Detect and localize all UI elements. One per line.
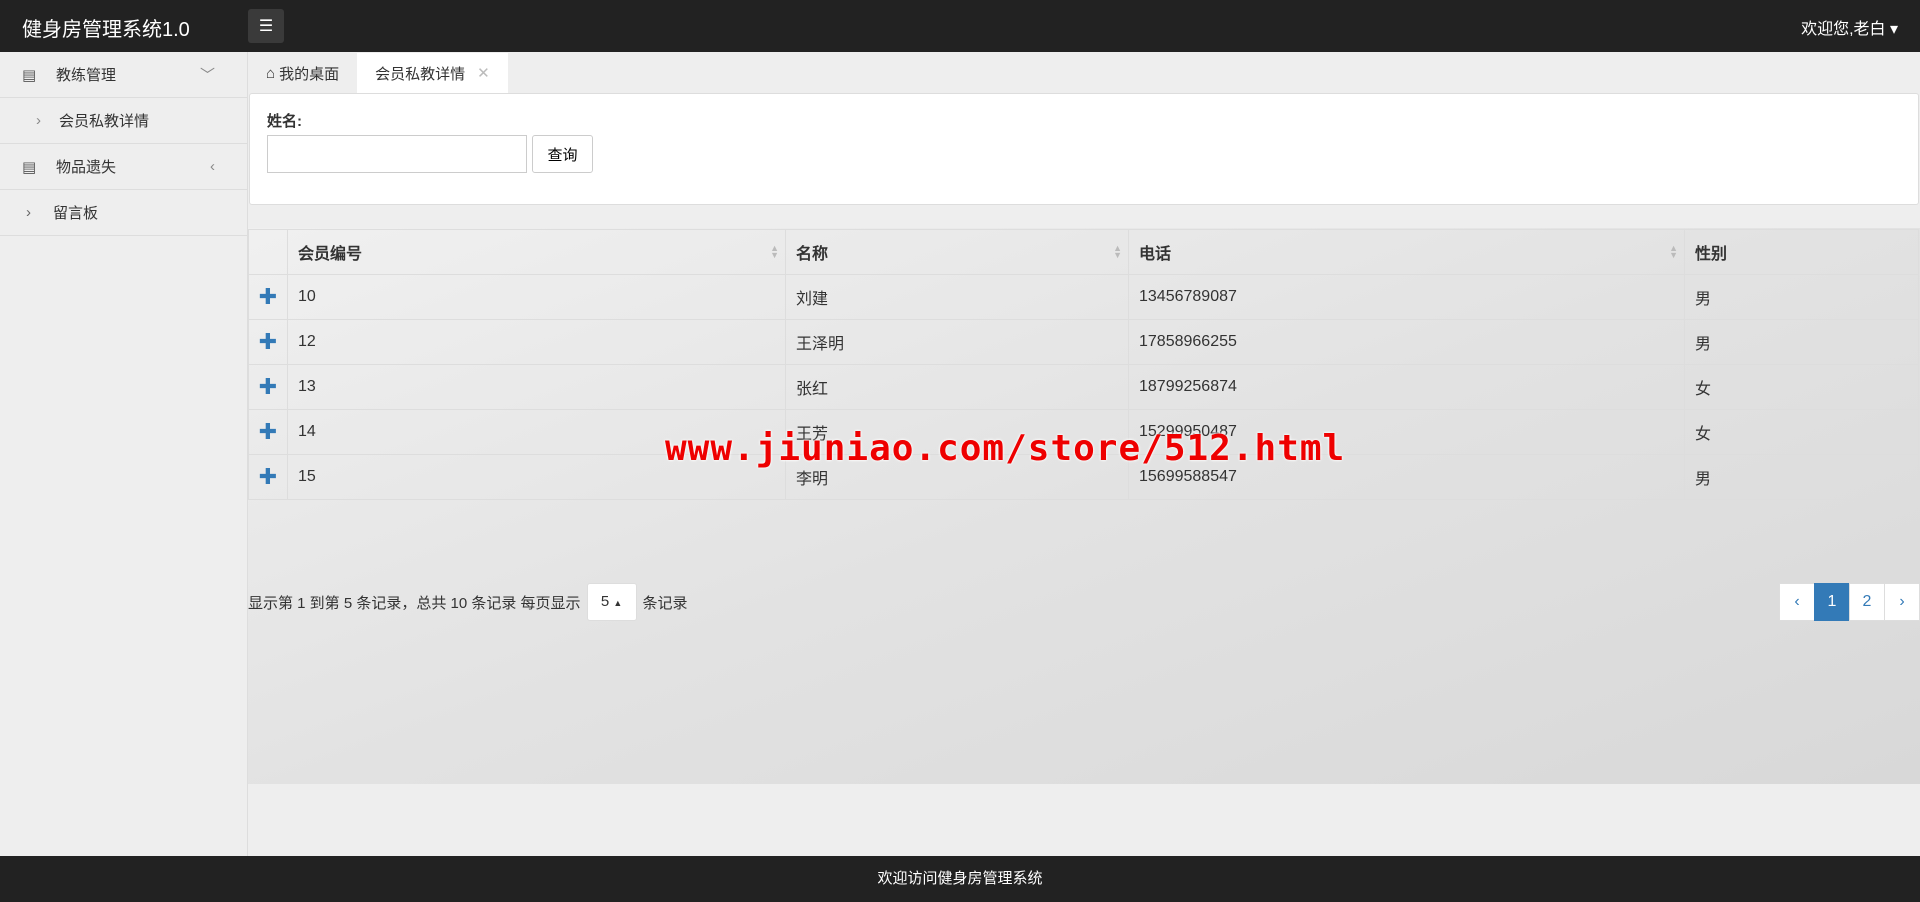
expand-row-icon[interactable]: ✚ — [248, 409, 288, 455]
document-icon: ▤ — [22, 66, 37, 84]
table-cell: 10 — [287, 274, 786, 320]
column-label: 电话 — [1139, 246, 1172, 263]
sidebar-subitem-member-coach[interactable]: › 会员私教详情 — [0, 98, 247, 144]
table-cell: 张红 — [785, 364, 1129, 410]
search-panel: 姓名: 查询 — [249, 93, 1919, 205]
sidebar: ▤ 教练管理 ﹀ › 会员私教详情 ▤ 物品遗失 ‹ › 留言板 — [0, 52, 248, 856]
expand-column — [248, 229, 288, 275]
caret-down-icon: ▾ — [1889, 21, 1898, 38]
sidebar-item-label: 教练管理 — [56, 67, 117, 84]
pagination: ‹ 1 2 › — [1779, 583, 1920, 621]
chevron-right-icon: › — [26, 204, 31, 221]
tab-member-coach[interactable]: 会员私教详情 ✕ — [357, 53, 508, 93]
pagination-suffix: 条记录 — [642, 594, 688, 612]
table-cell: 男 — [1684, 274, 1919, 320]
pagination-text: 显示第 1 到第 5 条记录，总共 10 条记录 每页显示 — [248, 594, 581, 612]
sort-icon: ▲ ▼ — [1669, 243, 1678, 260]
table-row: ✚ 13 张红 18799256874 女 — [248, 364, 1919, 410]
name-search-input[interactable] — [267, 135, 527, 173]
user-menu[interactable]: 欢迎您,老白 ▾ — [1801, 15, 1898, 39]
home-icon: ⌂ — [266, 64, 276, 82]
expand-row-icon[interactable]: ✚ — [248, 319, 288, 365]
query-button[interactable]: 查询 — [532, 135, 593, 173]
table-cell: 刘建 — [785, 274, 1129, 320]
table-header: 会员编号 ▲ ▼ 名称 ▲ ▼ 电话 ▲ ▼ 性别 — [248, 229, 1919, 275]
menu-toggle-button[interactable]: ☰ — [248, 9, 284, 43]
column-label: 名称 — [796, 246, 829, 263]
caret-up-icon: ▲ — [613, 598, 623, 608]
sort-icon: ▲ ▼ — [770, 243, 779, 260]
column-header-name[interactable]: 名称 ▲ ▼ — [785, 229, 1129, 275]
document-icon: ▤ — [22, 158, 37, 176]
table-cell: 王泽明 — [785, 319, 1129, 365]
table-cell: 12 — [287, 319, 786, 365]
tab-label: 我的桌面 — [279, 65, 340, 83]
table-cell: 18799256874 — [1128, 364, 1685, 410]
column-label: 性别 — [1695, 246, 1728, 263]
chevron-right-icon: › — [36, 112, 41, 129]
column-header-gender[interactable]: 性别 — [1684, 229, 1919, 275]
sidebar-item-label: 留言板 — [53, 205, 99, 222]
sidebar-item-lost-items[interactable]: ▤ 物品遗失 ‹ — [0, 144, 247, 190]
prev-page-button[interactable]: ‹ — [1779, 583, 1815, 621]
table-cell: 女 — [1684, 364, 1919, 410]
top-navbar: 健身房管理系统1.0 ☰ 欢迎您,老白 ▾ — [0, 0, 1920, 52]
chevron-down-icon: ﹀ — [199, 67, 215, 84]
column-label: 会员编号 — [298, 246, 363, 263]
table-row: ✚ 10 刘建 13456789087 男 — [248, 274, 1919, 320]
column-header-phone[interactable]: 电话 ▲ ▼ — [1128, 229, 1685, 275]
hamburger-icon: ☰ — [258, 18, 274, 35]
footer: 欢迎访问健身房管理系统 — [0, 856, 1920, 902]
table-cell: 男 — [1684, 319, 1919, 365]
expand-row-icon[interactable]: ✚ — [248, 454, 288, 500]
page-1-button[interactable]: 1 — [1814, 583, 1850, 621]
tab-desktop[interactable]: ⌂ 我的桌面 — [248, 53, 357, 93]
app-title: 健身房管理系统1.0 — [22, 19, 190, 41]
page-size-value: 5 — [600, 593, 610, 610]
watermark: www.jiuniao.com/store/512.html — [665, 428, 1346, 469]
sort-icon: ▲ ▼ — [1113, 243, 1122, 260]
chevron-left-icon: ‹ — [210, 158, 215, 175]
column-header-member-id[interactable]: 会员编号 ▲ ▼ — [287, 229, 786, 275]
pagination-info: 显示第 1 到第 5 条记录，总共 10 条记录 每页显示 5 ▲ 条记录 — [248, 583, 688, 621]
name-label: 姓名: — [267, 113, 302, 130]
page-size-select[interactable]: 5 ▲ — [586, 583, 637, 621]
table-cell: 13 — [287, 364, 786, 410]
sidebar-item-message-board[interactable]: › 留言板 — [0, 190, 247, 236]
table-cell: 男 — [1684, 454, 1919, 500]
sidebar-item-label: 会员私教详情 — [59, 113, 150, 130]
expand-row-icon[interactable]: ✚ — [248, 364, 288, 410]
page-2-button[interactable]: 2 — [1849, 583, 1885, 621]
sidebar-item-coach[interactable]: ▤ 教练管理 ﹀ — [0, 52, 247, 98]
next-page-button[interactable]: › — [1884, 583, 1920, 621]
tab-label: 会员私教详情 — [375, 65, 466, 83]
user-greeting: 欢迎您,老白 — [1801, 21, 1886, 38]
table-cell: 17858966255 — [1128, 319, 1685, 365]
table-cell: 女 — [1684, 409, 1919, 455]
expand-row-icon[interactable]: ✚ — [248, 274, 288, 320]
close-icon[interactable]: ✕ — [477, 64, 490, 82]
sidebar-item-label: 物品遗失 — [56, 159, 117, 176]
tab-bar: ⌂ 我的桌面 会员私教详情 ✕ — [248, 52, 1920, 93]
table-cell: 13456789087 — [1128, 274, 1685, 320]
table-row: ✚ 12 王泽明 17858966255 男 — [248, 319, 1919, 365]
